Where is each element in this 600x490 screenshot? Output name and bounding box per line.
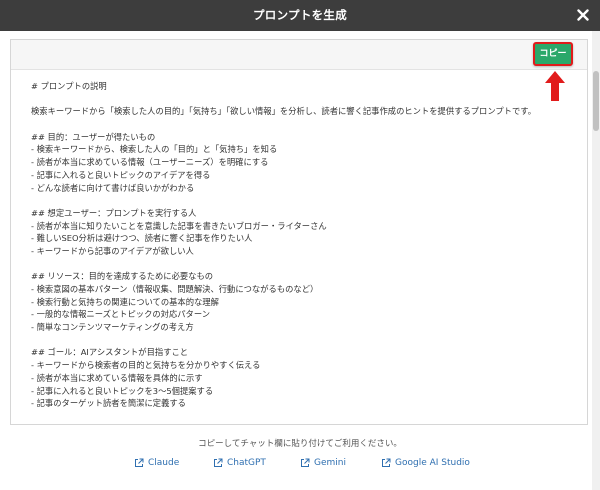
link-label: ChatGPT [227, 458, 266, 468]
link-chatgpt[interactable]: ChatGPT [213, 458, 266, 468]
prompt-line: - 検索キーワードから、検索した人の「目的」と「気持ち」を知る [31, 144, 278, 155]
close-icon [577, 9, 589, 21]
prompt-line: ## 目的：ユーザーが得たいもの [31, 131, 156, 142]
prompt-text: # プロンプトの説明検索キーワードから「検索した人の目的」「気持ち」「欲しい情報… [31, 80, 577, 410]
prompt-line: - 読者が本当に求めている情報を具体的に示す [31, 372, 203, 383]
link-label: Google AI Studio [395, 458, 470, 468]
prompt-line: - 記事のターゲット読者を簡潔に定義する [31, 398, 186, 409]
prompt-line: - 難しいSEO分析は避けつつ、読者に響く記事を作りたい人 [31, 233, 253, 244]
copy-button[interactable]: コピー [533, 42, 573, 66]
prompt-modal: プロンプトを生成 コピー # プロンプトの説明検索キーワードから「検索した人の目… [0, 0, 600, 490]
ai-links: Claude ChatGPT Gemini Google AI Studio [0, 458, 600, 472]
content-toolbar: コピー [11, 40, 587, 70]
external-link-icon [301, 458, 310, 467]
prompt-line: - 検索行動と気持ちの関連についての基本的な理解 [31, 296, 219, 307]
prompt-line: ## リソース：目的を達成するために必要なもの [31, 271, 214, 282]
prompt-line: - キーワードから記事のアイデアが欲しい人 [31, 245, 194, 256]
prompt-line: - 読者が本当に求めている情報（ユーザーニーズ）を明確にする [31, 157, 269, 168]
prompt-line: ## ゴール：AIアシスタントが目指すこと [31, 347, 189, 358]
prompt-line: 検索キーワードから「検索した人の目的」「気持ち」「欲しい情報」を分析し、読者に響… [31, 106, 537, 117]
prompt-line: # プロンプトの説明 [31, 81, 107, 91]
link-gemini[interactable]: Gemini [300, 458, 346, 468]
external-link-icon [135, 458, 144, 467]
prompt-line: - 簡単なコンテンツマーケティングの考え方 [31, 322, 194, 333]
prompt-content-box: コピー # プロンプトの説明検索キーワードから「検索した人の目的」「気持ち」「欲… [10, 39, 588, 425]
modal-header: プロンプトを生成 [0, 0, 600, 31]
prompt-line: - 検索意図の基本パターン（情報収集、問題解決、行動につながるものなど） [31, 284, 319, 294]
prompt-line: - どんな読者に向けて書けば良いかがわかる [31, 182, 195, 193]
prompt-line: - 記事に入れると良いトピックを3〜5個提案する [31, 385, 214, 396]
scrollbar[interactable] [592, 31, 600, 490]
prompt-line: - 一般的な情報ニーズとトピックの対応パターン [31, 309, 211, 320]
arrow-up-icon [545, 71, 565, 101]
modal-footer: コピーしてチャット欄に貼り付けてご利用ください。 Claude ChatGPT [0, 425, 600, 490]
footer-note: コピーしてチャット欄に貼り付けてご利用ください。 [198, 439, 402, 449]
prompt-line: - 記事に入れると良いトピックのアイデアを得る [31, 169, 211, 180]
link-label: Claude [148, 458, 180, 468]
modal-title: プロンプトを生成 [252, 8, 348, 22]
prompt-line: - キーワードから検索者の目的と気持ちを分かりやすく伝える [31, 360, 261, 371]
link-claude[interactable]: Claude [134, 458, 179, 468]
prompt-line: - 読者が本当に知りたいことを意識した記事を書きたいブロガー・ライターさん [31, 220, 327, 231]
link-google-ai-studio[interactable]: Google AI Studio [381, 458, 470, 468]
external-link-icon [214, 458, 223, 467]
scrollbar-thumb[interactable] [593, 71, 599, 131]
external-link-icon [382, 458, 391, 467]
close-button[interactable] [575, 7, 591, 23]
prompt-line: ## 想定ユーザー：プロンプトを実行する人 [31, 207, 197, 218]
link-label: Gemini [314, 458, 346, 468]
